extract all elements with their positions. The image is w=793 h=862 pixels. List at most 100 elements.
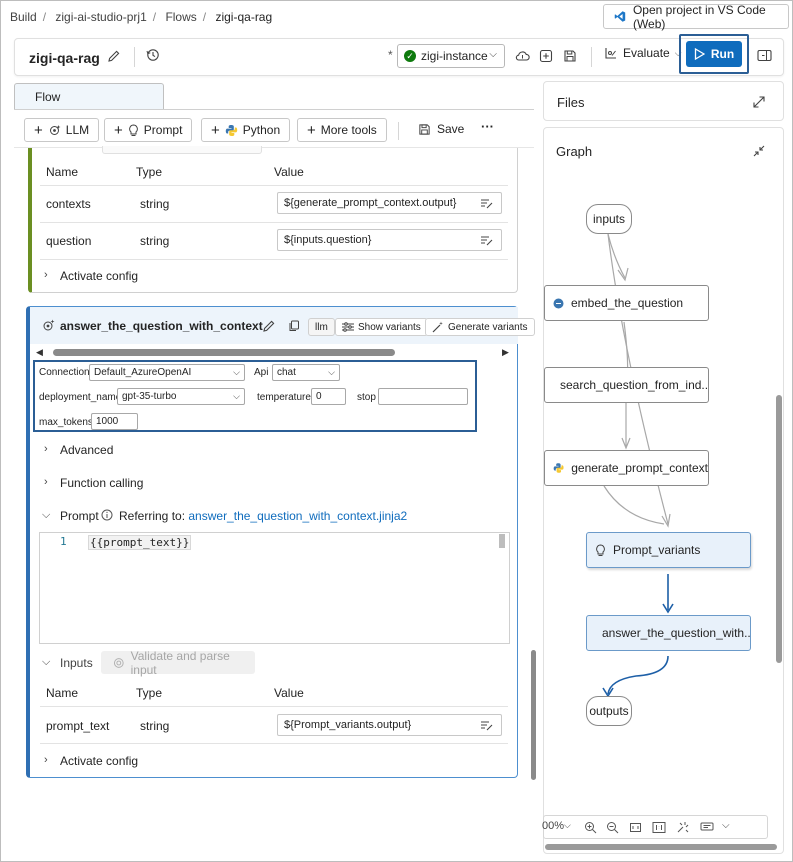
graph-node-generate[interactable]: generate_prompt_context bbox=[544, 450, 709, 486]
chevron-down-icon[interactable]: ⌵ bbox=[42, 509, 50, 522]
chevron-down-icon: ⌵ bbox=[489, 49, 497, 60]
check-circle-icon: ✓ bbox=[404, 50, 416, 62]
edit-expression-icon[interactable] bbox=[480, 198, 493, 209]
code-line[interactable]: {{prompt_text}} bbox=[88, 535, 192, 550]
edit-expression-icon[interactable] bbox=[480, 720, 493, 731]
tab-flow[interactable]: Flow bbox=[14, 83, 164, 110]
open-vscode-button[interactable]: Open project in VS Code (Web) bbox=[603, 3, 789, 31]
zoom-in-icon[interactable] bbox=[584, 821, 597, 834]
plus-icon: + bbox=[307, 121, 316, 139]
prompt-code-editor[interactable]: 1 {{prompt_text}} bbox=[39, 532, 510, 644]
activate-config-toggle[interactable]: Activate config bbox=[60, 269, 138, 283]
editor-scrollbar[interactable] bbox=[499, 534, 505, 548]
more-tools-button[interactable]: + More tools bbox=[297, 118, 387, 142]
graph-node-prompt-variants[interactable]: Prompt_variants bbox=[586, 532, 751, 568]
graph-node-embed[interactable]: embed_the_question bbox=[544, 285, 709, 321]
validate-parse-button[interactable]: Validate and parse input bbox=[101, 649, 255, 677]
input-name: question bbox=[46, 234, 92, 248]
info-icon[interactable] bbox=[101, 509, 113, 521]
play-icon bbox=[694, 48, 705, 60]
breadcrumb-build[interactable]: Build bbox=[10, 10, 37, 24]
prompt-section-label[interactable]: Prompt bbox=[60, 509, 99, 523]
graph-vertical-scrollbar[interactable] bbox=[776, 395, 782, 663]
evaluate-button[interactable]: Evaluate ⌵ bbox=[604, 46, 682, 60]
chevron-down-icon[interactable]: ⌵ bbox=[722, 820, 730, 831]
function-calling-toggle[interactable]: Function calling bbox=[60, 476, 143, 490]
fit-view-icon[interactable] bbox=[629, 821, 642, 834]
prompt-file-link[interactable]: answer_the_question_with_context.jinja2 bbox=[188, 509, 407, 523]
input-value-field[interactable]: ${inputs.question} bbox=[277, 229, 502, 251]
run-label: Run bbox=[710, 47, 735, 61]
chevron-down-icon[interactable]: ⌵ bbox=[564, 820, 571, 831]
layout-options-icon[interactable] bbox=[700, 821, 716, 834]
generate-variants-label: Generate variants bbox=[448, 321, 528, 333]
plus-icon: + bbox=[34, 121, 43, 139]
max-tokens-input[interactable]: 1000 bbox=[91, 413, 138, 430]
scroll-right-icon[interactable]: ▶ bbox=[502, 347, 509, 358]
actual-size-icon[interactable] bbox=[652, 821, 666, 834]
auto-layout-icon[interactable] bbox=[676, 821, 690, 834]
connection-select[interactable]: Default_AzureOpenAI ⌵ bbox=[89, 364, 245, 381]
panel-toggle-icon[interactable] bbox=[757, 49, 772, 62]
graph-horizontal-scrollbar[interactable] bbox=[545, 844, 777, 850]
edit-expression-icon[interactable] bbox=[480, 235, 493, 246]
llm-parameters-panel: Connection Default_AzureOpenAI ⌵ Api cha… bbox=[33, 360, 477, 432]
breadcrumb-flows[interactable]: Flows bbox=[165, 10, 196, 24]
clipped-button bbox=[102, 146, 262, 154]
advanced-toggle[interactable]: Advanced bbox=[60, 443, 113, 457]
show-variants-label: Show variants bbox=[358, 321, 421, 333]
python-icon bbox=[553, 298, 564, 308]
inputs-section-label[interactable]: Inputs bbox=[60, 656, 93, 670]
scrollbar-thumb[interactable] bbox=[53, 349, 395, 356]
graph-node-answer[interactable]: answer_the_question_with... bbox=[586, 615, 751, 651]
divider bbox=[398, 122, 399, 140]
save-icon bbox=[419, 123, 430, 135]
zoom-out-icon[interactable] bbox=[606, 821, 619, 834]
edit-pencil-icon[interactable] bbox=[107, 49, 121, 63]
temperature-input[interactable]: 0 bbox=[311, 388, 346, 405]
chevron-right-icon[interactable]: › bbox=[44, 476, 48, 488]
chevron-down-icon[interactable]: ⌵ bbox=[42, 656, 50, 669]
llm-icon bbox=[43, 319, 55, 331]
python-icon bbox=[225, 124, 237, 136]
flow-vertical-scrollbar[interactable] bbox=[531, 650, 536, 780]
scroll-left-icon[interactable]: ◀ bbox=[36, 347, 43, 358]
expand-icon[interactable] bbox=[753, 96, 765, 108]
add-llm-button[interactable]: + LLM bbox=[24, 118, 100, 142]
graph-node-inputs[interactable]: inputs bbox=[586, 204, 632, 234]
stop-input[interactable] bbox=[378, 388, 468, 405]
activate-config-toggle[interactable]: Activate config bbox=[60, 754, 138, 768]
chevron-right-icon[interactable]: › bbox=[44, 443, 48, 455]
files-panel: Files bbox=[543, 81, 784, 121]
more-options-icon[interactable]: ··· bbox=[481, 119, 494, 134]
plus-icon: + bbox=[114, 121, 123, 139]
cloud-sync-icon[interactable] bbox=[515, 49, 530, 63]
show-variants-button[interactable]: Show variants bbox=[335, 318, 428, 336]
chevron-right-icon[interactable]: › bbox=[44, 754, 48, 766]
horizontal-scrollbar[interactable]: ◀ ▶ bbox=[36, 347, 512, 357]
add-python-button[interactable]: + Python bbox=[201, 118, 291, 142]
save-icon[interactable] bbox=[563, 49, 577, 63]
graph-node-label: answer_the_question_with... bbox=[602, 626, 751, 640]
api-select[interactable]: chat ⌵ bbox=[272, 364, 340, 381]
history-icon[interactable] bbox=[146, 48, 160, 62]
runtime-select[interactable]: ✓ zigi-instance ⌵ bbox=[397, 44, 505, 68]
graph-node-search[interactable]: search_question_from_ind... bbox=[544, 367, 709, 403]
copy-icon[interactable] bbox=[288, 320, 300, 332]
edit-pencil-icon[interactable] bbox=[262, 319, 276, 333]
breadcrumb: Build / zigi-ai-studio-prj1 / Flows / zigi-… bbox=[10, 10, 278, 24]
breadcrumb-project[interactable]: zigi-ai-studio-prj1 bbox=[55, 10, 146, 24]
graph-node-outputs[interactable]: outputs bbox=[586, 696, 632, 726]
input-value-field[interactable]: ${generate_prompt_context.output} bbox=[277, 192, 502, 214]
max-tokens-label: max_tokens bbox=[39, 417, 93, 428]
input-value-field[interactable]: ${Prompt_variants.output} bbox=[277, 714, 502, 736]
run-button[interactable]: Run bbox=[686, 41, 742, 67]
generate-variants-button[interactable]: Generate variants bbox=[425, 318, 535, 336]
zoom-level-select[interactable]: 00% bbox=[542, 820, 564, 832]
row-divider bbox=[40, 259, 508, 260]
add-square-icon[interactable] bbox=[539, 49, 553, 63]
chevron-right-icon[interactable]: › bbox=[44, 269, 48, 281]
add-prompt-button[interactable]: + Prompt bbox=[104, 118, 193, 142]
deployment-name-select[interactable]: gpt-35-turbo ⌵ bbox=[117, 388, 245, 405]
save-flow-button[interactable]: Save bbox=[418, 122, 464, 136]
